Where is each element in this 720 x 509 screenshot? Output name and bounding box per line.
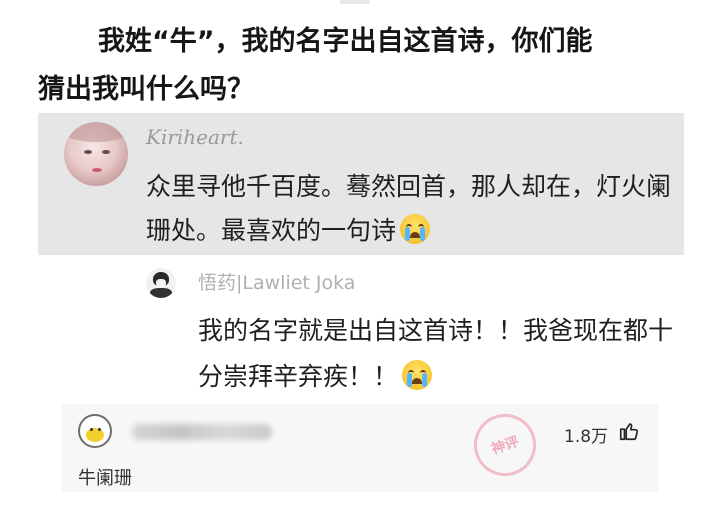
comment-card-lawliet: 悟药|Lawliet Joka 我的名字就是出自这首诗！！我爸现在都十分崇拜辛弃… (140, 258, 684, 408)
reply-card: 神评 1.8万 牛阑珊 (62, 404, 658, 492)
thumbs-up-icon[interactable] (618, 420, 640, 442)
comment-text-content: 我的名字就是出自这首诗！！我爸现在都十分崇拜辛弃疾！！ (198, 316, 674, 391)
question-line-2: 猜出我叫什么吗？ (38, 74, 254, 105)
comment-card-kiriheart: Kiriheart. 众里寻他千百度。蓦然回首，那人却在，灯火阑珊处。最喜欢的一… (38, 113, 684, 255)
comment-username[interactable]: 悟药|Lawliet Joka (198, 268, 355, 295)
avatar[interactable] (78, 414, 112, 448)
question-line-1: 我姓“牛”，我的名字出自这首诗，你们能 (98, 26, 593, 57)
blurred-username (132, 424, 272, 440)
top-fragment (340, 0, 370, 4)
crying-face-icon (400, 214, 431, 244)
watermark-stamp: 神评 (465, 405, 545, 485)
comment-text: 众里寻他千百度。蓦然回首，那人却在，灯火阑珊处。最喜欢的一句诗 (146, 165, 676, 253)
like-count: 1.8万 (564, 427, 609, 447)
post-question: 我姓“牛”，我的名字出自这首诗，你们能 猜出我叫什么吗？ (38, 18, 698, 114)
comment-username[interactable]: Kiriheart. (146, 125, 244, 149)
crying-face-icon (402, 360, 433, 390)
avatar[interactable] (146, 268, 176, 298)
avatar[interactable] (64, 122, 128, 186)
comment-text: 我的名字就是出自这首诗！！我爸现在都十分崇拜辛弃疾！！ (198, 308, 678, 400)
reply-text: 牛阑珊 (78, 468, 132, 489)
